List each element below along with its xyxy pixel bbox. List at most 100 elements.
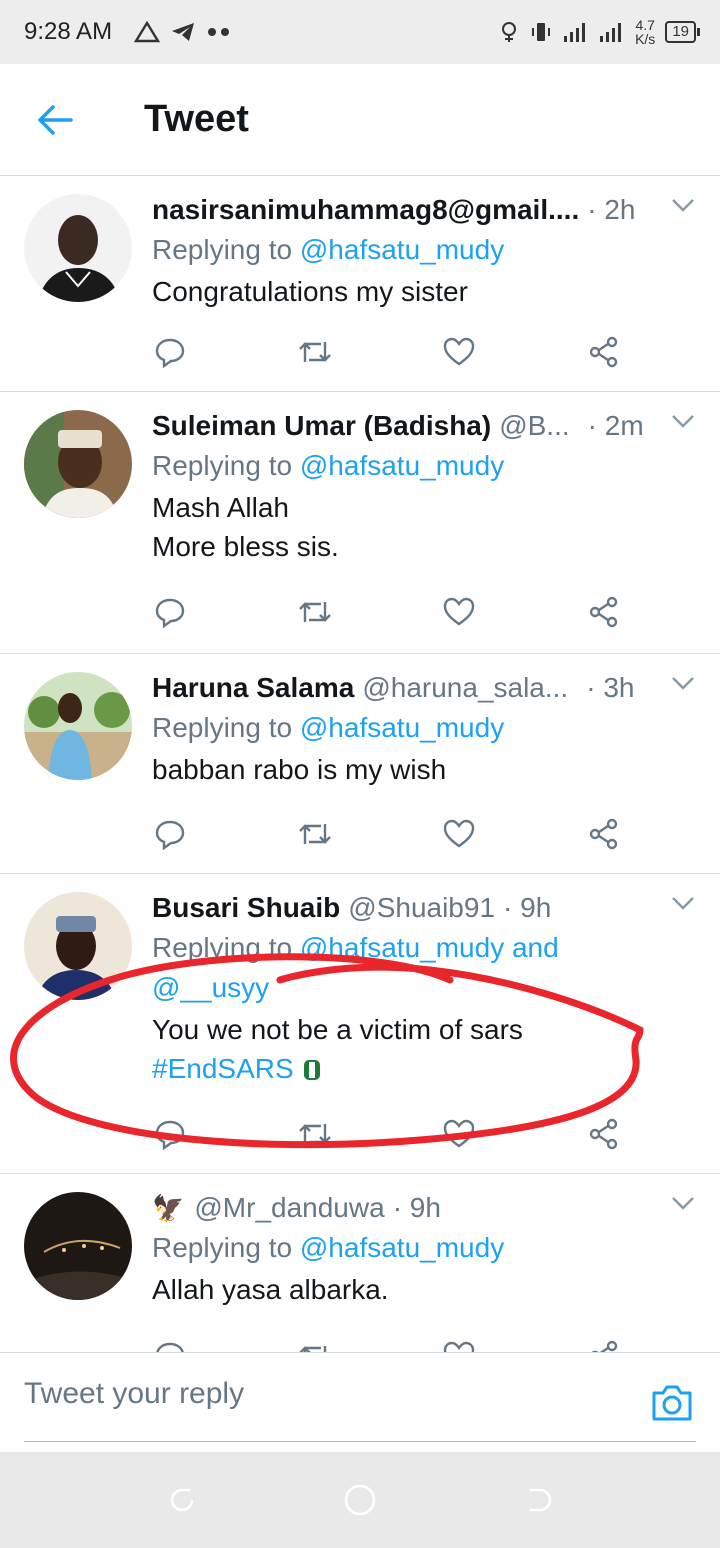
reply-button[interactable] — [152, 334, 188, 370]
reply-icon — [156, 1342, 184, 1352]
share-button[interactable] — [586, 594, 622, 630]
avatar[interactable] — [24, 892, 132, 1000]
vibrate-icon — [532, 23, 551, 41]
mention-link[interactable]: @hafsatu_mudy — [300, 450, 504, 481]
tweet-actions — [152, 1116, 622, 1152]
tweet-actions — [152, 334, 622, 370]
status-time: 9:28 AM — [24, 18, 113, 45]
tweet-item[interactable]: Busari Shuaib @Shuaib91 · 9h Replying to… — [0, 874, 720, 1174]
share-button[interactable] — [586, 334, 622, 370]
home-icon — [344, 1484, 376, 1516]
retweet-button[interactable] — [297, 1338, 333, 1352]
share-icon — [589, 596, 618, 628]
chevron-down-icon[interactable] — [668, 406, 698, 436]
like-button[interactable] — [441, 1338, 477, 1352]
back-button[interactable] — [10, 64, 100, 176]
share-button[interactable] — [586, 1116, 622, 1152]
tweet-item[interactable]: Suleiman Umar (Badisha) @B... · 2m Reply… — [0, 392, 720, 654]
tweet-text: You we not be a victim of sars — [152, 1014, 523, 1045]
retweet-button[interactable] — [297, 816, 333, 852]
share-icon — [591, 1340, 618, 1352]
avatar[interactable] — [24, 1192, 132, 1300]
like-button[interactable] — [441, 334, 477, 370]
mention-link[interactable]: @hafsatu_mudy — [300, 234, 504, 265]
mention-link[interactable]: @hafsatu_mudy — [300, 1232, 504, 1263]
reply-icon — [155, 338, 185, 368]
like-icon — [444, 337, 475, 366]
tweet-actions — [152, 1338, 622, 1352]
chevron-down-icon[interactable] — [668, 1188, 698, 1218]
tweet-actions — [152, 594, 622, 630]
tweet-actions — [152, 816, 622, 852]
display-name[interactable]: nasirsanimuhammag8@gmail.... — [152, 190, 579, 230]
recents-button[interactable] — [164, 1482, 200, 1518]
like-icon — [444, 819, 475, 848]
reply-button[interactable] — [152, 594, 188, 630]
share-button[interactable] — [586, 1338, 622, 1352]
retweet-icon — [298, 1346, 326, 1352]
reply-button[interactable] — [152, 816, 188, 852]
retweet-icon — [298, 824, 331, 844]
reply-button[interactable] — [152, 1338, 188, 1352]
tweet-text: Mash Allah — [152, 492, 289, 523]
display-name[interactable]: Suleiman Umar (Badisha) — [152, 406, 491, 446]
status-bar: 9:28 AM 4.7 K/s 19 — [0, 0, 720, 64]
user-handle[interactable]: @Shuaib91 — [348, 888, 495, 928]
tweet-time: · 9h — [392, 1192, 441, 1223]
hashtag-link[interactable]: #EndSARS — [152, 1053, 294, 1084]
retweet-button[interactable] — [297, 594, 333, 630]
tweet-text: babban rabo is my wish — [152, 754, 447, 785]
telegram-icon — [172, 23, 195, 41]
tweet-text: More bless sis. — [152, 531, 339, 562]
reply-button[interactable] — [152, 1116, 188, 1152]
recents-icon — [170, 1488, 194, 1512]
user-handle[interactable]: @B... — [499, 406, 569, 446]
mention-link[interactable]: @hafsatu_mudy and — [300, 932, 559, 963]
replying-to: Replying to @hafsatu_mudy — [152, 234, 505, 265]
tweet-item[interactable]: nasirsanimuhammag8@gmail.... · 2h Replyi… — [0, 176, 720, 392]
tweet-time: · 9h — [503, 892, 552, 923]
tweet-time: · 2m — [587, 410, 644, 441]
back-nav-button[interactable] — [520, 1482, 556, 1518]
camera-icon[interactable] — [650, 1383, 694, 1423]
like-icon — [444, 1341, 475, 1352]
retweet-button[interactable] — [297, 1116, 333, 1152]
avatar[interactable] — [24, 410, 132, 518]
chevron-down-icon[interactable] — [668, 190, 698, 220]
display-name[interactable]: Busari Shuaib — [152, 888, 340, 928]
reply-icon — [155, 820, 185, 850]
user-handle[interactable]: @Mr_danduwa — [194, 1188, 384, 1228]
reply-bar — [0, 1352, 720, 1452]
tweet-item[interactable]: Haruna Salama @haruna_sala... · 3h Reply… — [0, 654, 720, 874]
home-button[interactable] — [342, 1482, 378, 1518]
mention-link[interactable]: @hafsatu_mudy — [300, 712, 504, 743]
alarm-icon — [502, 22, 517, 42]
like-button[interactable] — [441, 816, 477, 852]
replying-to: Replying to @hafsatu_mudy — [152, 450, 505, 481]
share-button[interactable] — [586, 816, 622, 852]
display-name[interactable]: Haruna Salama — [152, 668, 354, 708]
net-speed: 4.7 K/s — [635, 17, 656, 47]
like-button[interactable] — [441, 594, 477, 630]
share-icon — [589, 336, 618, 368]
reply-input[interactable] — [24, 1377, 584, 1411]
like-button[interactable] — [441, 1116, 477, 1152]
arrow-left-icon — [38, 104, 73, 135]
like-icon — [444, 1119, 475, 1148]
chevron-down-icon[interactable] — [668, 668, 698, 698]
eagle-emoji-icon[interactable]: 🦅 — [152, 1188, 184, 1228]
tweet-item[interactable]: 🦅 @Mr_danduwa · 9h Replying to @hafsatu_… — [0, 1174, 720, 1352]
replying-to: Replying to @hafsatu_mudy — [152, 1232, 505, 1263]
retweet-button[interactable] — [297, 334, 333, 370]
tweet-text: Congratulations my sister — [152, 276, 468, 307]
reply-icon — [155, 1120, 185, 1150]
chevron-down-icon[interactable] — [668, 888, 698, 918]
retweet-icon — [298, 602, 331, 622]
avatar[interactable] — [24, 194, 132, 302]
avatar[interactable] — [24, 672, 132, 780]
user-handle[interactable]: @haruna_sala... — [362, 668, 568, 708]
mention-link[interactable]: @__usyy — [152, 972, 269, 1003]
app-header: Tweet — [0, 64, 720, 176]
signal-icon — [564, 23, 586, 42]
reply-underline — [24, 1441, 696, 1442]
